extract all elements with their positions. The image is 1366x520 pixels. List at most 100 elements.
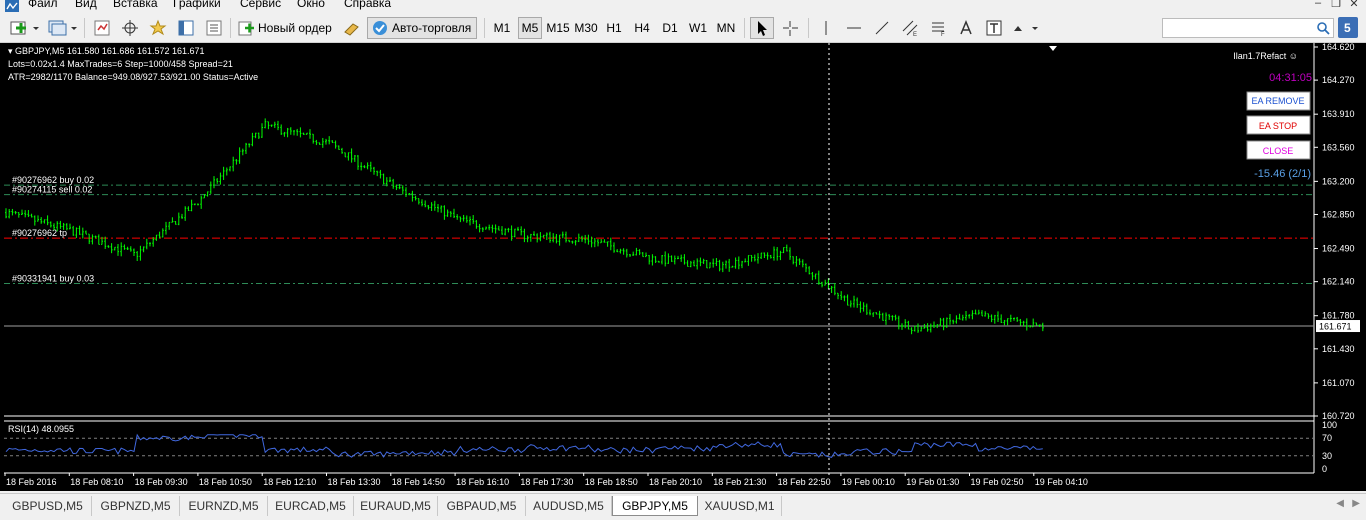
autotrading-label: Авто-торговля: [392, 21, 472, 35]
price-tick-label: 161.070: [1322, 378, 1355, 388]
price-tick-label: 163.560: [1322, 142, 1355, 152]
new-chart-button[interactable]: [8, 17, 44, 39]
tab-gbpaud-m5[interactable]: GBPAUD,M5: [438, 496, 526, 516]
tf-m1[interactable]: M1: [490, 17, 514, 39]
cursor-icon: [758, 21, 767, 36]
new-order-label: Новый ордер: [258, 21, 332, 35]
tab-euraud-m5[interactable]: EURAUD,M5: [354, 496, 438, 516]
data-window-button[interactable]: [118, 17, 142, 39]
ea-remove-label: EA REMOVE: [1251, 96, 1304, 106]
time-tick-label: 18 Feb 12:10: [263, 477, 316, 487]
price-chart[interactable]: #90276962 buy 0.02#90274115 sell 0.02#90…: [0, 42, 1366, 491]
tab-eurcad-m5[interactable]: EURCAD,M5: [268, 496, 354, 516]
profiles-button[interactable]: [46, 17, 80, 39]
chart-shift-marker-icon: [1049, 46, 1057, 51]
search-input[interactable]: [1162, 18, 1334, 38]
terminal-button[interactable]: [174, 17, 198, 39]
tab-gbpusd-m5[interactable]: GBPUSD,M5: [4, 496, 92, 516]
menu-file[interactable]: Файл: [28, 0, 58, 10]
vertical-line-icon: [825, 21, 827, 35]
close-button[interactable]: CLOSE: [1246, 140, 1311, 160]
tab-xauusd-m1[interactable]: XAUUSD,M1: [698, 496, 782, 516]
horizontal-line-icon: [847, 27, 861, 29]
tab-audusd-m5[interactable]: AUDUSD,M5: [526, 496, 612, 516]
price-tick-label: 162.140: [1322, 277, 1355, 287]
menu-bar: Файл Вид Вставка Графики Сервис Окно Спр…: [0, 0, 1366, 12]
tf-m5[interactable]: M5: [518, 17, 542, 39]
vertical-line-button[interactable]: [814, 17, 838, 39]
crosshair-icon: [783, 21, 798, 36]
arrows-icon: [1014, 25, 1038, 31]
restore-icon[interactable]: ❐: [1328, 0, 1344, 11]
time-tick-label: 18 Feb 20:10: [649, 477, 702, 487]
tf-mn[interactable]: MN: [713, 17, 739, 39]
rsi-tick-label: 100: [1322, 420, 1337, 430]
strategy-tester-button[interactable]: [202, 17, 226, 39]
market-watch-button[interactable]: [90, 17, 114, 39]
autotrading-button[interactable]: Авто-торговля: [367, 17, 477, 39]
time-tick-label: 18 Feb 18:50: [585, 477, 638, 487]
chart-window[interactable]: #90276962 buy 0.02 #90274115 sell 0.02 #90…: [0, 42, 1366, 491]
trendline-button[interactable]: [870, 17, 894, 39]
tab-scroll-right-icon[interactable]: ▶: [1352, 498, 1360, 509]
channel-icon: E: [902, 20, 918, 37]
chart-header-params: Lots=0.02x1.4 MaxTrades=6 Step=1000/458 …: [8, 59, 233, 69]
metaeditor-button[interactable]: [340, 17, 364, 39]
close-icon[interactable]: ✕: [1346, 0, 1362, 11]
svg-text:E: E: [913, 32, 917, 37]
community-icon: 5: [1344, 21, 1351, 35]
tf-h1[interactable]: H1: [602, 17, 626, 39]
menu-window[interactable]: Окно: [297, 0, 325, 10]
price-tick-label: 162.850: [1322, 209, 1355, 219]
text-a-icon: [960, 20, 972, 35]
horizontal-line-button[interactable]: [842, 17, 866, 39]
autotrading-icon: [373, 21, 387, 35]
new-order-button[interactable]: Новый ордер: [236, 17, 336, 39]
ea-stop-button[interactable]: EA STOP: [1246, 115, 1311, 135]
time-tick-label: 18 Feb 08:10: [70, 477, 123, 487]
navigator-button[interactable]: [146, 17, 170, 39]
fibonacci-button[interactable]: F: [926, 17, 950, 39]
profiles-icon: [48, 20, 77, 36]
tab-scroll-left-icon[interactable]: ◀: [1336, 498, 1344, 509]
order-level-label: #90331941 buy 0.03: [12, 274, 94, 284]
tf-m15[interactable]: M15: [544, 17, 572, 39]
chart-tabs: GBPUSD,M5 GBPNZD,M5 EURNZD,M5 EURCAD,M5 EURA…: [0, 493, 1366, 520]
chart-header-status: ATR=2982/1170 Balance=949.08/927.53/921.…: [8, 72, 258, 82]
tf-h4[interactable]: H4: [630, 17, 654, 39]
equidistant-channel-button[interactable]: E: [898, 17, 922, 39]
editor-icon: [344, 23, 359, 36]
time-tick-label: 18 Feb 14:50: [392, 477, 445, 487]
text-tool-button[interactable]: [954, 17, 978, 39]
menu-tools[interactable]: Сервис: [240, 0, 281, 10]
tf-m30[interactable]: M30: [572, 17, 600, 39]
mt4-logo-icon: [4, 0, 20, 12]
time-tick-label: 18 Feb 13:30: [328, 477, 381, 487]
community-button[interactable]: 5: [1338, 17, 1358, 38]
time-tick-label: 18 Feb 17:30: [520, 477, 573, 487]
time-tick-label: 18 Feb 22:50: [778, 477, 831, 487]
star-folder-icon: [149, 19, 167, 36]
tab-eurnzd-m5[interactable]: EURNZD,M5: [180, 496, 268, 516]
new-order-icon: [238, 21, 254, 36]
price-tick-label: 161.430: [1322, 344, 1355, 354]
fibonacci-icon: F: [932, 22, 945, 37]
menu-help[interactable]: Справка: [344, 0, 391, 10]
current-price-label: 161.671: [1319, 322, 1352, 332]
menu-view[interactable]: Вид: [75, 0, 97, 10]
ea-remove-button[interactable]: EA REMOVE: [1246, 91, 1311, 111]
tab-gbpnzd-m5[interactable]: GBPNZD,M5: [92, 496, 180, 516]
crosshair-tool-button[interactable]: [778, 17, 802, 39]
new-chart-icon: [10, 21, 39, 35]
tab-gbpjpy-m5[interactable]: GBPJPY,M5: [612, 496, 698, 516]
menu-charts[interactable]: Графики: [173, 0, 221, 10]
close-label: CLOSE: [1263, 146, 1294, 156]
tf-d1[interactable]: D1: [658, 17, 682, 39]
minimize-icon[interactable]: –: [1310, 0, 1326, 11]
menu-insert[interactable]: Вставка: [113, 0, 158, 10]
text-label-button[interactable]: [982, 17, 1006, 39]
cursor-tool-button[interactable]: [750, 17, 774, 39]
tf-w1[interactable]: W1: [686, 17, 710, 39]
rsi-tick-label: 30: [1322, 451, 1332, 461]
arrows-button[interactable]: [1010, 17, 1042, 39]
